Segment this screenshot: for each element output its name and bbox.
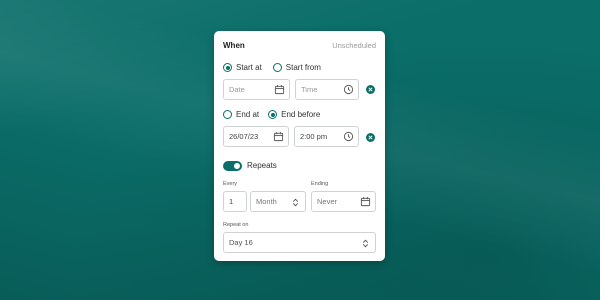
end-at-option[interactable]: End at (223, 110, 259, 119)
repeat-on-label: Repeat on (223, 222, 249, 228)
end-date-value: 26/07/23 (229, 132, 259, 141)
interval-unit-value: Month (256, 197, 277, 206)
start-from-label: Start from (285, 63, 321, 72)
stepper-icon[interactable] (360, 238, 371, 249)
every-input[interactable]: 1 (223, 191, 247, 212)
repeats-toggle[interactable] (223, 161, 242, 171)
calendar-icon[interactable] (273, 131, 284, 142)
ending-label: Ending (311, 181, 329, 187)
panel-title: When (223, 41, 245, 50)
clock-icon[interactable] (343, 84, 354, 95)
end-date-field[interactable]: 26/07/23 (223, 126, 289, 147)
end-time-field[interactable]: 2:00 pm (294, 126, 359, 147)
end-at-radio[interactable] (223, 110, 232, 119)
clear-start-button[interactable] (366, 85, 375, 94)
start-date-placeholder: Date (229, 85, 245, 94)
ending-value: Never (317, 197, 338, 206)
stepper-icon[interactable] (290, 197, 301, 208)
start-time-field[interactable]: Time (295, 79, 359, 100)
start-date-field[interactable]: Date (223, 79, 290, 100)
start-at-option[interactable]: Start at (223, 63, 262, 72)
start-time-placeholder: Time (301, 85, 318, 94)
ending-select[interactable]: Never (311, 191, 376, 212)
start-from-option[interactable]: Start from (272, 63, 321, 72)
calendar-icon[interactable] (274, 84, 285, 95)
end-mode-group: End at End before (223, 110, 334, 119)
interval-unit-select[interactable]: Month (250, 191, 306, 212)
repeats-label: Repeats (247, 161, 277, 170)
end-at-label: End at (236, 110, 260, 119)
every-label: Every (223, 181, 238, 187)
every-value: 1 (229, 197, 234, 206)
clock-icon[interactable] (343, 131, 354, 142)
clear-end-button[interactable] (366, 133, 375, 142)
end-time-value: 2:00 pm (300, 132, 328, 141)
end-before-option[interactable]: End before (268, 110, 320, 119)
start-mode-group: Start at Start from (223, 63, 335, 72)
schedule-panel: When Unscheduled Start at Start from Dat… (214, 31, 385, 261)
end-before-radio[interactable] (268, 110, 278, 119)
calendar-icon[interactable] (360, 196, 371, 207)
start-at-radio[interactable] (223, 63, 232, 72)
repeat-on-select[interactable]: Day 16 (223, 232, 376, 253)
start-at-label: Start at (236, 63, 262, 72)
close-icon (368, 87, 373, 92)
end-before-label: End before (281, 110, 321, 119)
schedule-status: Unscheduled (332, 41, 376, 50)
close-icon (368, 135, 373, 140)
repeat-on-value: Day 16 (229, 238, 253, 247)
start-from-radio[interactable] (272, 63, 282, 72)
